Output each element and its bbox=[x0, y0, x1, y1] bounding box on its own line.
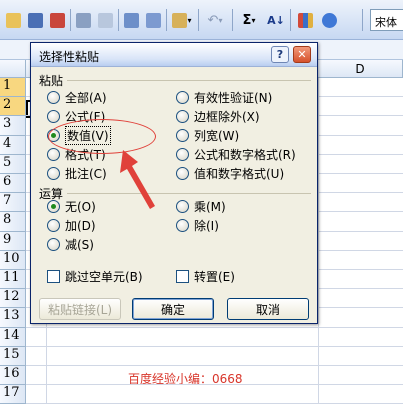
save-icon[interactable] bbox=[26, 10, 44, 30]
row-header[interactable]: 1 bbox=[0, 78, 26, 98]
row-header[interactable]: 4 bbox=[0, 135, 26, 155]
option-label: 列宽(W) bbox=[194, 128, 240, 143]
option-label: 除(I) bbox=[194, 218, 219, 233]
row-header[interactable]: 8 bbox=[0, 212, 26, 232]
autosum-icon[interactable]: Σ ▾ bbox=[236, 10, 262, 30]
radio-icon bbox=[176, 147, 189, 161]
chart-icon[interactable] bbox=[296, 10, 314, 30]
row-header[interactable]: 14 bbox=[0, 327, 26, 347]
undo-icon[interactable]: ↶ ▾ bbox=[202, 10, 228, 30]
paste-option-formulas-number-formats[interactable]: 公式和数字格式(R) bbox=[176, 145, 296, 163]
help-icon[interactable] bbox=[320, 10, 338, 30]
paste-special-dialog: 选择性粘贴 ? ✕ 粘贴 全部(A) 公式(F) 数值(V) 格式(T) 批注(… bbox=[30, 42, 318, 324]
help-button[interactable]: ? bbox=[271, 46, 289, 63]
checkbox-label: 转置(E) bbox=[194, 269, 235, 284]
operation-option-divide[interactable]: 除(I) bbox=[176, 216, 219, 234]
radio-icon bbox=[47, 147, 60, 161]
grid-row-line bbox=[26, 384, 403, 386]
radio-selected-icon bbox=[47, 199, 60, 213]
grid-row-line bbox=[26, 365, 403, 366]
grid-row-line bbox=[26, 345, 403, 347]
paste-option-values-number-formats[interactable]: 值和数字格式(U) bbox=[176, 164, 284, 182]
option-label: 加(D) bbox=[65, 218, 96, 233]
radio-icon bbox=[176, 109, 189, 123]
permission-icon[interactable] bbox=[48, 10, 66, 30]
radio-icon bbox=[47, 237, 60, 251]
radio-icon bbox=[176, 128, 189, 142]
option-label: 无(O) bbox=[65, 199, 96, 214]
row-header[interactable]: 11 bbox=[0, 270, 26, 290]
row-header[interactable]: 3 bbox=[0, 116, 26, 136]
paste-option-column-widths[interactable]: 列宽(W) bbox=[176, 126, 239, 144]
cancel-button[interactable]: 取消 bbox=[227, 298, 309, 320]
radio-icon bbox=[176, 166, 189, 180]
column-d-label: D bbox=[355, 62, 365, 76]
operation-option-subtract[interactable]: 减(S) bbox=[47, 235, 94, 253]
print-preview-icon[interactable] bbox=[96, 10, 114, 30]
paste-section-label: 粘贴 bbox=[39, 74, 64, 88]
row-header[interactable]: 12 bbox=[0, 289, 26, 309]
radio-icon bbox=[176, 90, 189, 104]
row-header[interactable]: 7 bbox=[0, 193, 26, 213]
checkbox-icon bbox=[47, 269, 60, 283]
paste-link-button[interactable]: 粘贴链接(L) bbox=[39, 298, 121, 320]
print-icon[interactable] bbox=[74, 10, 92, 30]
dialog-title-bar[interactable]: 选择性粘贴 ? ✕ bbox=[31, 43, 317, 67]
font-name-select[interactable]: 宋体 bbox=[370, 9, 403, 31]
checkbox-icon bbox=[176, 269, 189, 283]
radio-icon bbox=[47, 90, 60, 104]
operation-option-none[interactable]: 无(O) bbox=[47, 197, 96, 215]
spelling-icon[interactable] bbox=[122, 10, 140, 30]
option-label: 减(S) bbox=[65, 237, 94, 252]
option-label: 公式和数字格式(R) bbox=[194, 147, 296, 162]
radio-icon bbox=[176, 199, 189, 213]
operation-option-add[interactable]: 加(D) bbox=[47, 216, 96, 234]
paste-option-validation[interactable]: 有效性验证(N) bbox=[176, 88, 272, 106]
row-header[interactable]: 10 bbox=[0, 250, 26, 270]
ok-button[interactable]: 确定 bbox=[132, 298, 214, 320]
skip-blanks-checkbox[interactable]: 跳过空单元(B) bbox=[47, 267, 143, 285]
radio-icon bbox=[47, 218, 60, 232]
operation-option-multiply[interactable]: 乘(M) bbox=[176, 197, 226, 215]
row-header[interactable]: 13 bbox=[0, 308, 26, 328]
operation-group-divider bbox=[67, 193, 311, 194]
row-header[interactable]: 16 bbox=[0, 366, 26, 386]
close-button[interactable]: ✕ bbox=[293, 46, 311, 63]
transpose-checkbox[interactable]: 转置(E) bbox=[176, 267, 235, 285]
dialog-title: 选择性粘贴 bbox=[39, 50, 100, 64]
row-header[interactable]: 5 bbox=[0, 154, 26, 174]
option-label: 乘(M) bbox=[194, 199, 226, 214]
paste-option-all-except-borders[interactable]: 边框除外(X) bbox=[176, 107, 260, 125]
radio-icon bbox=[47, 109, 60, 123]
select-all-corner[interactable] bbox=[0, 60, 26, 78]
standard-toolbar: ▾ ↶ ▾ Σ ▾ A↓ 宋体 bbox=[0, 0, 403, 40]
grid-column-line bbox=[318, 78, 319, 403]
option-label: 值和数字格式(U) bbox=[194, 166, 285, 181]
highlight-ellipse bbox=[48, 119, 156, 154]
row-header[interactable]: 6 bbox=[0, 174, 26, 194]
radio-icon bbox=[47, 166, 60, 180]
paste-icon[interactable]: ▾ bbox=[170, 10, 194, 30]
row-header[interactable]: 15 bbox=[0, 346, 26, 366]
column-header-d[interactable]: D bbox=[318, 60, 403, 78]
paste-group-divider bbox=[67, 80, 311, 81]
option-label: 全部(A) bbox=[65, 90, 107, 105]
option-label: 边框除外(X) bbox=[194, 109, 260, 124]
sort-ascending-icon[interactable]: A↓ bbox=[266, 10, 286, 30]
option-label: 有效性验证(N) bbox=[194, 90, 273, 105]
row-header[interactable]: 17 bbox=[0, 385, 26, 404]
folder-open-icon[interactable] bbox=[4, 10, 22, 30]
radio-icon bbox=[176, 218, 189, 232]
research-icon[interactable] bbox=[144, 10, 162, 30]
row-header[interactable]: 9 bbox=[0, 231, 26, 251]
option-label: 批注(C) bbox=[65, 166, 107, 181]
autosum-label: Σ bbox=[242, 12, 252, 28]
paste-option-comments[interactable]: 批注(C) bbox=[47, 164, 107, 182]
paste-option-all[interactable]: 全部(A) bbox=[47, 88, 107, 106]
row-header[interactable]: 2 bbox=[0, 97, 26, 117]
grid-row-line bbox=[26, 326, 403, 328]
checkbox-label: 跳过空单元(B) bbox=[65, 269, 143, 284]
